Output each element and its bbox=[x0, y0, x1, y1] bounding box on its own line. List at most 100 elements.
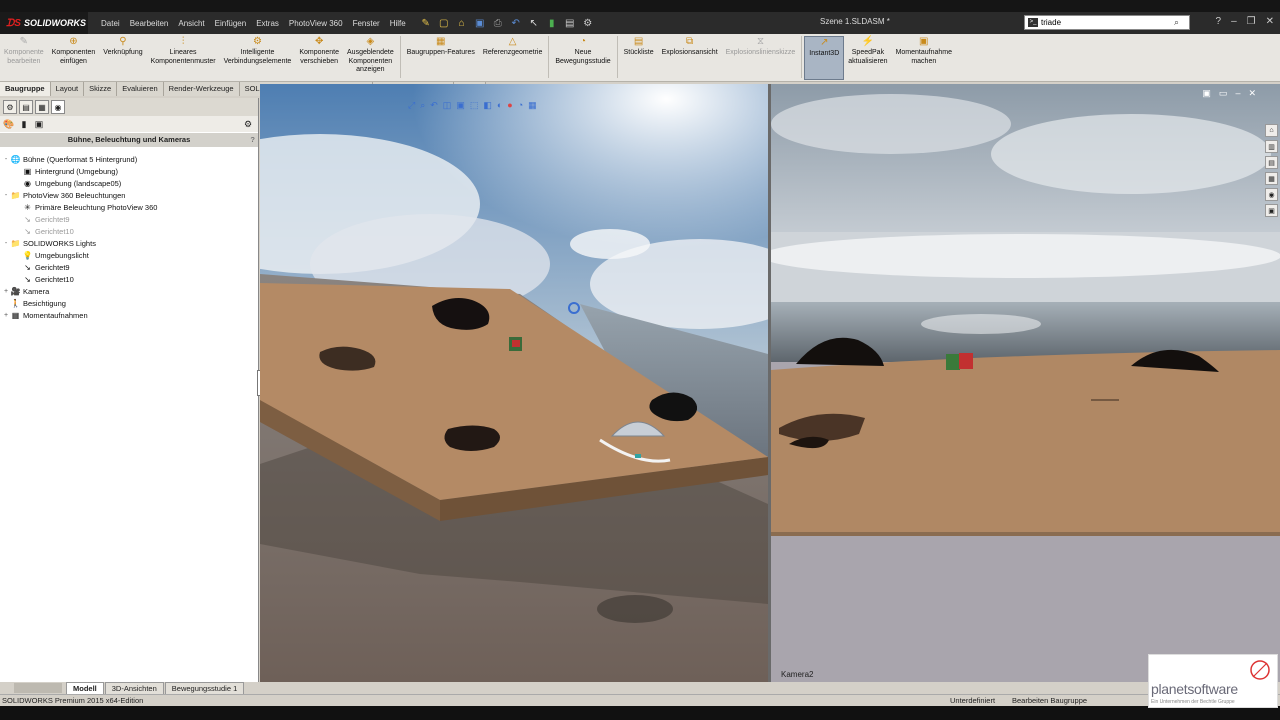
custom-properties-icon[interactable]: ▣ bbox=[1265, 204, 1278, 217]
minimize-viewport-icon[interactable]: – bbox=[1235, 88, 1240, 99]
command-button[interactable]: ⊕ Komponenten einfügen bbox=[48, 36, 100, 66]
tree-item[interactable]: - 📁 SOLIDWORKS Lights bbox=[2, 237, 258, 249]
decal-icon[interactable]: ▮ bbox=[18, 118, 30, 130]
command-button[interactable]: ✥ Komponente verschieben bbox=[295, 36, 343, 66]
command-button[interactable]: ▤ Stückliste bbox=[620, 36, 658, 58]
section-view-icon[interactable]: ◫ bbox=[443, 100, 452, 111]
display-style-icon[interactable]: ◧ bbox=[483, 100, 492, 111]
expand-toggle-icon[interactable]: + bbox=[2, 288, 10, 295]
restore-icon[interactable]: ❐ bbox=[1247, 16, 1256, 27]
zoom-fit-icon[interactable]: ⤢ bbox=[408, 100, 415, 111]
bottom-tab[interactable]: Bewegungsstudie 1 bbox=[164, 682, 245, 694]
view-orientation-icon[interactable]: ⬚ bbox=[470, 100, 479, 111]
menu-item[interactable]: Extras bbox=[251, 19, 284, 28]
design-library-icon[interactable]: ▥ bbox=[1265, 140, 1278, 153]
scene-icon[interactable]: ◔ bbox=[518, 100, 523, 111]
save-icon[interactable]: ▣ bbox=[473, 16, 487, 30]
command-tab[interactable]: Evaluieren bbox=[117, 82, 164, 96]
viewport-left[interactable]: ⤢ ⌕ ↶ ◫ ▣ ⬚ ◧ ◐ ● ◔ ▦ bbox=[260, 84, 768, 682]
tree-item[interactable]: ◉ Umgebung (landscape05) bbox=[2, 177, 258, 189]
tree-item[interactable]: ↘ Gerichtet10 bbox=[2, 225, 258, 237]
command-button[interactable]: ▣ Momentaufnahme machen bbox=[892, 36, 956, 66]
command-button[interactable]: ✎ Komponente bearbeiten bbox=[0, 36, 48, 66]
zoom-area-icon[interactable]: ⌕ bbox=[420, 100, 425, 111]
menu-item[interactable]: Hilfe bbox=[385, 19, 411, 28]
previous-view-icon[interactable]: ↶ bbox=[430, 100, 438, 111]
appearance-icon[interactable]: ● bbox=[507, 100, 512, 111]
command-button[interactable]: ◔ Neue Bewegungsstudie bbox=[551, 36, 614, 66]
tree-item[interactable]: ↘ Gerichtet9 bbox=[2, 213, 258, 225]
view-palette-icon[interactable]: ▦ bbox=[1265, 172, 1278, 185]
search-box[interactable]: >_ ⌕ bbox=[1024, 15, 1190, 30]
expand-toggle-icon[interactable]: - bbox=[2, 156, 10, 163]
open-icon[interactable]: ⌂ bbox=[455, 16, 469, 30]
panel-options-icon[interactable]: ⚙ bbox=[242, 118, 254, 130]
minimize-icon[interactable]: – bbox=[1231, 16, 1237, 27]
appearances-icon[interactable]: ◉ bbox=[1265, 188, 1278, 201]
tree-item[interactable]: + ▦ Momentaufnahmen bbox=[2, 309, 258, 321]
tab-navigation-arrows[interactable] bbox=[14, 683, 62, 693]
command-button[interactable]: ⚲ Verknüpfung bbox=[99, 36, 146, 58]
close-viewport-icon[interactable]: ✕ bbox=[1248, 88, 1256, 99]
home-icon[interactable]: ⌂ bbox=[1265, 124, 1278, 137]
command-tab[interactable]: Skizze bbox=[84, 82, 118, 96]
select-icon[interactable]: ↖ bbox=[527, 16, 541, 30]
command-tab[interactable]: Layout bbox=[50, 82, 85, 96]
menu-item[interactable]: Datei bbox=[96, 19, 125, 28]
bottom-tab[interactable]: 3D-Ansichten bbox=[104, 682, 164, 694]
expand-toggle-icon[interactable]: - bbox=[2, 240, 10, 247]
search-icon[interactable]: ⌕ bbox=[1174, 17, 1179, 28]
help-icon[interactable]: ? bbox=[1216, 16, 1222, 27]
command-tab[interactable]: Render-Werkzeuge bbox=[163, 82, 240, 96]
view-settings-icon[interactable]: ▦ bbox=[528, 100, 537, 111]
config-tab-icon[interactable]: ▦ bbox=[35, 100, 49, 114]
expand-toggle-icon[interactable]: + bbox=[2, 312, 10, 319]
feature-tree-tab-icon[interactable]: ⚙ bbox=[3, 100, 17, 114]
menu-item[interactable]: PhotoView 360 bbox=[284, 19, 348, 28]
scene-icon[interactable]: ▣ bbox=[33, 118, 45, 130]
pin-icon[interactable]: ✎ bbox=[419, 16, 433, 30]
solidworks-logo[interactable]: ᗪS SOLIDWORKS bbox=[0, 12, 88, 34]
print-icon[interactable]: ⎙ bbox=[491, 16, 505, 30]
tree-item[interactable]: + 🎥 Kamera bbox=[2, 285, 258, 297]
tree-item[interactable]: - 🌐 Bühne (Querformat 5 Hintergrund) bbox=[2, 153, 258, 165]
tile-viewport-icon[interactable]: ▭ bbox=[1219, 88, 1228, 99]
tree-item[interactable]: - 📁 PhotoView 360 Beleuchtungen bbox=[2, 189, 258, 201]
expand-toggle-icon[interactable]: - bbox=[2, 192, 10, 199]
file-properties-icon[interactable]: ▤ bbox=[563, 16, 577, 30]
command-button[interactable]: ◈ Ausgeblendete Komponenten anzeigen bbox=[343, 36, 398, 75]
command-button[interactable]: ⚡ SpeedPak aktualisieren bbox=[844, 36, 891, 66]
command-button[interactable]: ↗ Instant3D bbox=[804, 36, 845, 80]
file-explorer-icon[interactable]: ▤ bbox=[1265, 156, 1278, 169]
menu-item[interactable]: Einfügen bbox=[210, 19, 252, 28]
command-button[interactable]: ⧉ Explosionsansicht bbox=[658, 36, 722, 58]
command-button[interactable]: ⫶ Lineares Komponentenmuster bbox=[147, 36, 220, 66]
help-icon[interactable]: ? bbox=[250, 133, 255, 147]
display-manager-tab-icon[interactable]: ◉ bbox=[51, 100, 65, 114]
undo-icon[interactable]: ↶ bbox=[509, 16, 523, 30]
command-button[interactable]: ⧖ Explosionslinienskizze bbox=[722, 36, 800, 58]
command-button[interactable]: ⚙ Intelligente Verbindungselemente bbox=[220, 36, 296, 66]
tree-item[interactable]: 🚶 Besichtigung bbox=[2, 297, 258, 309]
tree-item[interactable]: 💡 Umgebungslicht bbox=[2, 249, 258, 261]
command-button[interactable]: ▦ Baugruppen-Features bbox=[403, 36, 479, 58]
close-icon[interactable]: ✕ bbox=[1266, 16, 1274, 27]
restore-viewport-icon[interactable]: ▣ bbox=[1202, 88, 1211, 99]
tree-item[interactable]: ↘ Gerichtet9 bbox=[2, 261, 258, 273]
hide-show-icon[interactable]: ◐ bbox=[497, 100, 502, 111]
property-tab-icon[interactable]: ▤ bbox=[19, 100, 33, 114]
menu-item[interactable]: Bearbeiten bbox=[125, 19, 174, 28]
command-tab[interactable]: Baugruppe bbox=[0, 82, 51, 96]
tree-item[interactable]: ▣ Hintergrund (Umgebung) bbox=[2, 165, 258, 177]
traffic-light-icon[interactable]: ▮ bbox=[545, 16, 559, 30]
options-icon[interactable]: ⚙ bbox=[581, 16, 595, 30]
command-button[interactable]: △ Referenzgeometrie bbox=[479, 36, 547, 58]
menu-item[interactable]: Fenster bbox=[348, 19, 385, 28]
new-document-icon[interactable]: ▢ bbox=[437, 16, 451, 30]
tree-item[interactable]: ↘ Gerichtet10 bbox=[2, 273, 258, 285]
bottom-tab[interactable]: Modell bbox=[66, 682, 104, 694]
dynamic-annotation-icon[interactable]: ▣ bbox=[456, 100, 465, 111]
appearance-icon[interactable]: 🎨 bbox=[3, 118, 15, 130]
viewport-right[interactable]: ▣ ▭ – ✕ ⌂ ▥ ▤ ▦ ◉ ▣ Kamera2 bbox=[771, 84, 1280, 682]
tree-item[interactable]: ✳ Primäre Beleuchtung PhotoView 360 bbox=[2, 201, 258, 213]
